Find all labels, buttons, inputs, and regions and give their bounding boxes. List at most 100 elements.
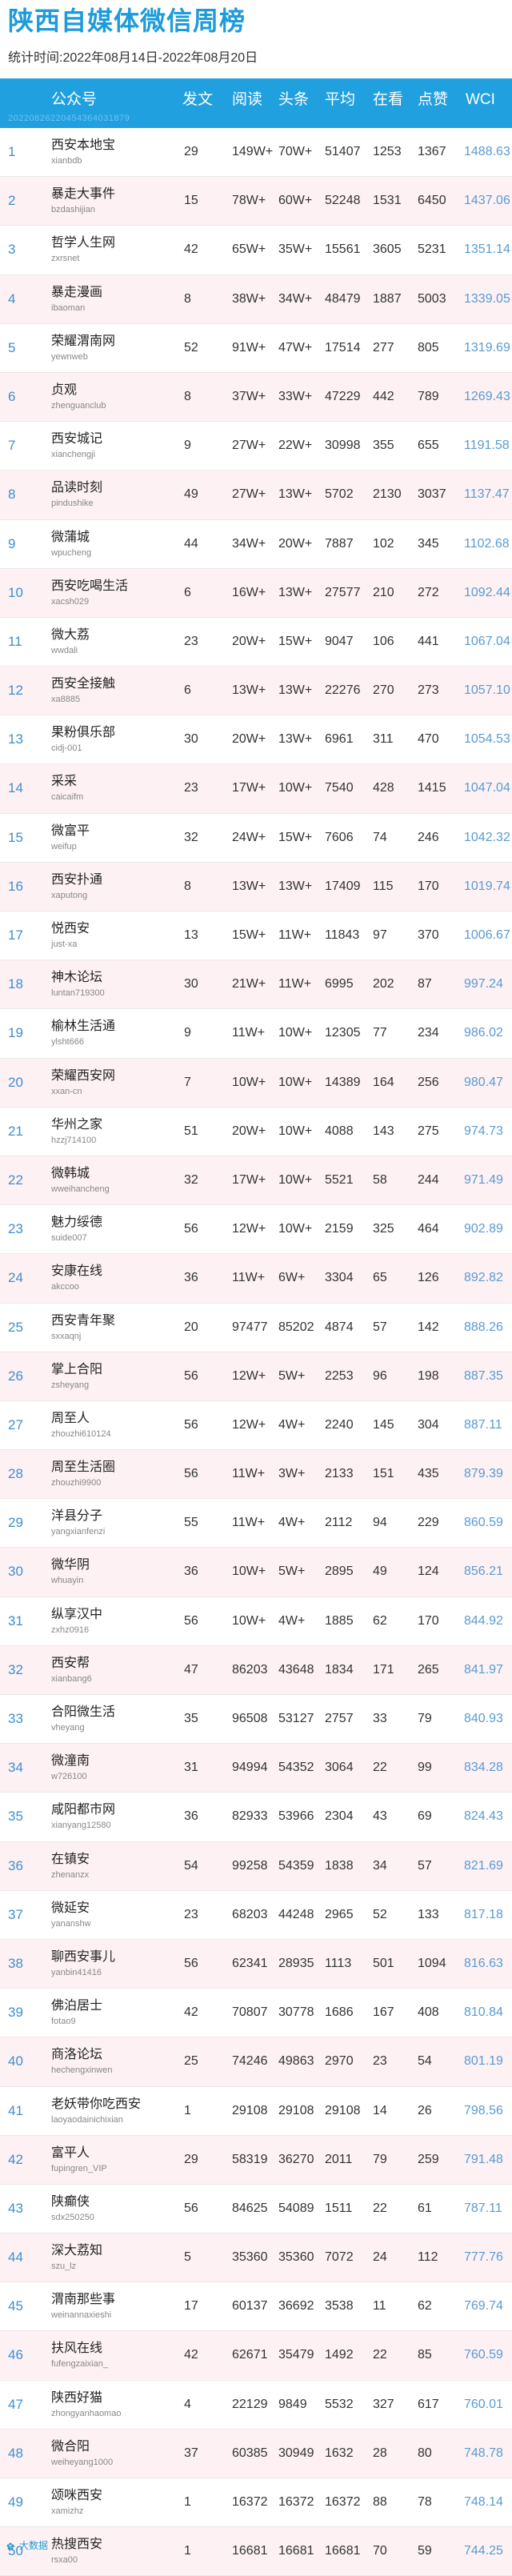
table-row: 7 西安城记 xianchengji 9 27W+ 22W+ 30998 355 655 1191… [0,422,512,471]
account-name: 热搜西安 [51,2538,103,2552]
account-id: xaputong [51,890,88,900]
average-reads: 1838 [325,1858,354,1873]
reads-count: 13W+ [232,683,266,698]
table-row: 26 掌上合阳 zsheyang 56 12W+ 5W+ 2253 96 198 887.35 [0,1352,512,1401]
headline-reads: 30778 [278,2005,314,2020]
posts-count: 49 [184,487,198,502]
average-reads: 14389 [325,1075,361,1089]
posts-count: 47 [184,1662,198,1677]
reads-count: 86203 [232,1662,268,1677]
likes-count: 304 [418,1417,439,1432]
table-row: 44 深大荔知 szu_lz 5 35360 35360 7072 24 112 777.76 [0,2233,512,2283]
reads-count: 12W+ [232,1222,266,1236]
average-reads: 2159 [325,1222,354,1236]
header-looking: 在看 [373,91,404,108]
looking-count: 501 [373,1956,394,1970]
account-id: weinannaxieshi [51,2310,112,2321]
headline-reads: 6W+ [278,1271,306,1285]
reads-count: 94994 [232,1761,268,1775]
account-name: 微延安 [51,1901,90,1915]
header-reads: 阅读 [232,91,263,108]
headline-reads: 36270 [278,2152,314,2166]
reads-count: 37W+ [232,389,266,403]
posts-count: 56 [184,1417,198,1432]
rank: 35 [8,1809,23,1825]
reads-count: 99258 [232,1858,268,1873]
wci-score: 1054.53 [464,732,510,747]
average-reads: 7540 [325,781,354,795]
looking-count: 1253 [373,145,402,158]
headline-reads: 60W+ [278,194,313,208]
rank: 41 [8,2102,23,2118]
table-row: 50 热搜西安 rsxa00 1 16681 16681 16681 70 59 744.25 [0,2527,512,2576]
rank: 30 [8,1564,23,1580]
posts-count: 36 [184,1271,198,1285]
average-reads: 22276 [325,683,361,698]
headline-reads: 53127 [278,1712,314,1725]
header-headline: 头条 [278,91,310,108]
headline-reads: 44248 [278,1907,314,1921]
account-name: 悦西安 [51,922,90,935]
account-name: 周至人 [51,1411,90,1425]
account-name: 扶风在线 [51,2342,103,2356]
reads-count: 11W+ [232,1516,266,1530]
account-name: 贞观 [51,383,78,397]
wci-score: 974.73 [464,1124,503,1138]
account-id: xianyang12580 [51,1821,111,1831]
posts-count: 56 [184,2201,198,2215]
posts-count: 56 [184,1467,198,1481]
looking-count: 167 [373,2005,394,2020]
posts-count: 30 [184,732,198,747]
account-name: 华州之家 [51,1117,103,1132]
account-id: xianbang6 [51,1673,92,1684]
rank: 9 [8,535,16,551]
account-id: laoyaodainichixian [51,2114,123,2125]
table-row: 14 采采 caicaifm 23 17W+ 10W+ 7540 428 1415 1047.04 [0,764,512,814]
account-name: 洋县分子 [51,1509,103,1524]
account-id: xianbdb [51,156,82,166]
wci-score: 879.39 [464,1467,503,1481]
account-name: 暴走大事件 [51,187,116,202]
account-id: yanbin41416 [51,1967,102,1977]
rank: 49 [8,2494,23,2510]
account-name: 佛泊居士 [51,1999,103,2013]
likes-count: 79 [418,1712,432,1725]
headline-reads: 13W+ [278,683,313,698]
likes-count: 26 [418,2103,432,2117]
header-id: 2022082622045436403187​9 [8,114,130,123]
posts-count: 55 [184,1516,198,1530]
account-id: yangxianfenzi [51,1527,106,1537]
account-name: 微华阴 [51,1558,90,1572]
reads-count: 11W+ [232,1271,266,1285]
average-reads: 16681 [325,2544,361,2558]
headline-reads: 47W+ [278,340,313,355]
reads-count: 62671 [232,2348,268,2362]
average-reads: 29108 [325,2103,361,2117]
reads-count: 17W+ [232,1172,266,1187]
average-reads: 2970 [325,2054,354,2069]
table-row: 17 悦西安 just-xa 13 15W+ 11W+ 11843 97 370 1006.67 [0,911,512,961]
posts-count: 37 [184,2446,198,2460]
headline-reads: 54352 [278,1761,314,1775]
looking-count: 22 [373,1761,387,1775]
likes-count: 62 [418,2299,432,2314]
posts-count: 52 [184,340,198,355]
average-reads: 5702 [325,487,354,502]
reads-count: 20W+ [232,1124,266,1138]
average-reads: 1686 [325,2005,354,2020]
table-row: 27 周至人 zhouzhi610124 56 12W+ 4W+ 2240 145 304 887… [0,1400,512,1451]
table-row: 2 暴走大事件 bzdashijian 15 78W+ 60W+ 52248 1531 6450… [0,177,512,226]
wci-score: 1047.04 [464,781,510,795]
reads-count: 16681 [232,2544,268,2558]
table-body: 1 西安本地宝 xianbdb 29 149W+ 70W+ 51407 1253 1367 148… [0,128,512,2576]
table-row: 46 扶风在线 fufengzaixian_ 42 62671 35479 1492 22 85… [0,2331,512,2381]
looking-count: 34 [373,1858,387,1873]
posts-count: 56 [184,1368,198,1383]
likes-count: 345 [418,536,439,551]
headline-reads: 5W+ [278,1368,306,1383]
reads-count: 27W+ [232,487,266,502]
likes-count: 57 [418,1858,432,1873]
account-name: 微蒲城 [51,530,90,544]
account-name: 榆林生活通 [51,1020,116,1034]
reads-count: 96508 [232,1712,268,1725]
